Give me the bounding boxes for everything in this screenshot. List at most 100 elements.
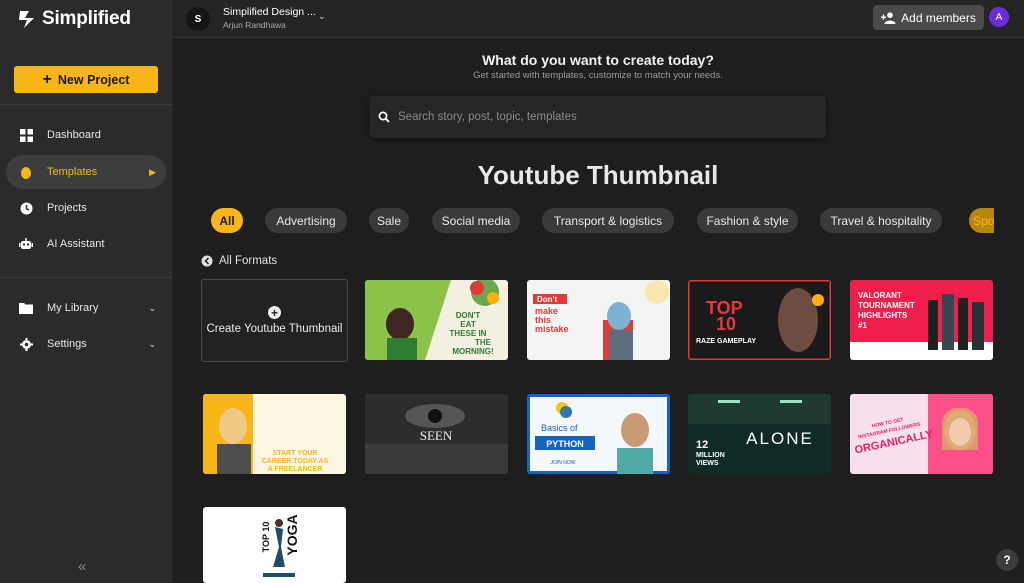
sidebar-item-label: Projects xyxy=(47,202,87,214)
chip-advertising[interactable]: Advertising xyxy=(265,208,347,233)
thumb-text: SEEN xyxy=(420,428,453,443)
template-card[interactable]: Don't make this mistake xyxy=(527,280,670,360)
workspace-chevron-down-icon[interactable]: ⌄ xyxy=(318,11,326,22)
template-card[interactable]: SEEN xyxy=(365,394,508,474)
template-thumbnail-food: DON'T EAT THESE IN THE MORNING! xyxy=(365,280,508,360)
chip-sale[interactable]: Sale xyxy=(369,208,409,233)
sidebar-item-projects[interactable]: Projects xyxy=(6,191,166,225)
template-thumbnail-yoga: TOP 10 YOGA xyxy=(203,507,346,583)
gear-icon xyxy=(19,337,33,351)
thumb-text: 12 xyxy=(696,439,708,451)
sidebar-item-label: Templates xyxy=(47,166,98,178)
search-icon xyxy=(378,111,390,123)
chip-sports-partial[interactable]: Spo xyxy=(969,208,994,233)
chip-all[interactable]: All xyxy=(211,208,243,233)
all-formats-link[interactable]: All Formats xyxy=(201,255,277,267)
logo-text: Simplified xyxy=(42,8,131,29)
template-thumbnail-valorant: VALORANT TOURNAMENT HIGHLIGHTS #1 xyxy=(850,280,993,360)
new-project-button[interactable]: + New Project xyxy=(14,66,158,93)
plus-circle-icon: + xyxy=(268,306,281,319)
all-formats-label: All Formats xyxy=(219,255,278,267)
user-avatar[interactable]: A xyxy=(989,7,1009,27)
drop-icon xyxy=(19,165,33,179)
thumb-text: Don't xyxy=(537,295,557,304)
sidebar-item-ai-assistant[interactable]: AI Assistant xyxy=(6,227,166,261)
template-card[interactable]: TOP 10 RAZE GAMEPLAY xyxy=(688,280,831,360)
create-card-label: Create Youtube Thumbnail xyxy=(206,323,343,335)
sidebar-item-my-library[interactable]: My Library ⌄ xyxy=(6,291,166,325)
thumb-text: VALORANT xyxy=(858,291,902,300)
sidebar: Simplified + New Project Dashboard Templ… xyxy=(0,0,172,583)
workspace-user: Arjun Randhawa xyxy=(223,20,286,30)
sidebar-item-settings[interactable]: Settings ⌄ xyxy=(6,327,166,361)
thumb-text: A FREELANCER xyxy=(268,466,323,473)
sidebar-item-label: Settings xyxy=(47,338,87,350)
thumb-text: DON'T xyxy=(456,311,481,320)
thumb-text: YOGA xyxy=(284,514,300,555)
sidebar-item-label: Dashboard xyxy=(47,129,101,141)
sidebar-divider xyxy=(0,277,172,278)
template-card[interactable]: TOP 10 YOGA xyxy=(203,507,346,583)
template-card[interactable]: Basics of PYTHON JOIN NOW xyxy=(527,394,670,474)
thumb-text: JOIN NOW xyxy=(551,460,576,466)
thumb-text: #1 xyxy=(858,321,867,330)
template-thumbnail-instagram: HOW TO GET INSTAGRAM FOLLOWERS ORGANICAL… xyxy=(850,394,993,474)
section-title: Youtube Thumbnail xyxy=(477,160,719,190)
thumb-text: MORNING! xyxy=(452,347,493,356)
template-card[interactable]: DON'T EAT THESE IN THE MORNING! xyxy=(365,280,508,360)
thumb-text: CAREER TODAY AS xyxy=(262,458,329,465)
sidebar-item-templates[interactable]: Templates ▶ xyxy=(6,155,166,189)
thumb-text: VIEWS xyxy=(696,460,719,467)
workspace-name[interactable]: Simplified Design ... xyxy=(223,6,316,18)
thumb-text: MILLION xyxy=(696,452,725,459)
chip-social-media[interactable]: Social media xyxy=(432,208,520,233)
chip-travel-hospitality[interactable]: Travel & hospitality xyxy=(820,208,942,233)
sidebar-divider xyxy=(0,104,172,105)
arrow-left-circle-icon xyxy=(201,255,213,267)
new-project-label: New Project xyxy=(57,72,130,87)
template-thumbnail-mistake: Don't make this mistake xyxy=(527,280,670,360)
template-card[interactable]: VALORANT TOURNAMENT HIGHLIGHTS #1 xyxy=(850,280,993,360)
clock-icon xyxy=(19,201,33,215)
template-thumbnail-seen: SEEN xyxy=(365,394,508,474)
grid-icon xyxy=(19,128,33,142)
collapse-sidebar-icon[interactable]: « xyxy=(78,558,87,575)
add-user-icon xyxy=(881,11,896,24)
template-card[interactable]: START YOUR CAREER TODAY AS A FREELANCER xyxy=(203,394,346,474)
thumb-text: START YOUR xyxy=(273,450,318,457)
sidebar-item-label: AI Assistant xyxy=(47,238,105,250)
sidebar-item-label: My Library xyxy=(47,302,99,314)
chevron-down-icon: ⌄ xyxy=(148,338,156,349)
page-heading: What do you want to create today? xyxy=(482,52,714,68)
template-thumbnail-top10-raze: TOP 10 RAZE GAMEPLAY xyxy=(688,280,831,360)
page-subheading: Get started with templates, customize to… xyxy=(473,70,723,81)
chip-fashion-style[interactable]: Fashion & style xyxy=(697,208,798,233)
template-card[interactable]: 12 MILLION VIEWS ALONE xyxy=(688,394,831,474)
thumb-text: ALONE xyxy=(746,429,814,448)
help-button[interactable]: ? xyxy=(996,549,1018,571)
chevron-right-icon: ▶ xyxy=(149,166,156,177)
create-thumbnail-card[interactable]: + Create Youtube Thumbnail xyxy=(201,279,348,362)
workspace-avatar[interactable]: S xyxy=(186,7,210,31)
thumb-text: THESE IN xyxy=(450,329,487,338)
search-input[interactable] xyxy=(398,111,798,123)
template-thumbnail-python: Basics of PYTHON JOIN NOW xyxy=(527,394,670,474)
simplified-logo-icon xyxy=(19,11,34,28)
plus-icon: + xyxy=(42,70,52,88)
template-thumbnail-alone: 12 MILLION VIEWS ALONE xyxy=(688,394,831,474)
search-bar xyxy=(370,96,826,138)
thumb-text: PYTHON xyxy=(546,439,584,449)
robot-icon xyxy=(19,237,33,251)
thumb-text: Basics of xyxy=(541,423,578,433)
top-bar: S Simplified Design ... Arjun Randhawa ⌄… xyxy=(172,0,1024,38)
thumb-text: HIGHLIGHTS xyxy=(858,311,908,320)
add-members-button[interactable]: Add members xyxy=(873,5,984,30)
folder-icon xyxy=(19,301,33,315)
add-members-label: Add members xyxy=(901,10,976,25)
sidebar-item-dashboard[interactable]: Dashboard xyxy=(6,118,166,152)
template-card[interactable]: HOW TO GET INSTAGRAM FOLLOWERS ORGANICAL… xyxy=(850,394,993,474)
thumb-text: TOURNAMENT xyxy=(858,301,915,310)
chevron-down-icon: ⌄ xyxy=(148,302,156,313)
chip-transport-logistics[interactable]: Transport & logistics xyxy=(542,208,674,233)
app-logo[interactable]: Simplified xyxy=(16,8,131,30)
